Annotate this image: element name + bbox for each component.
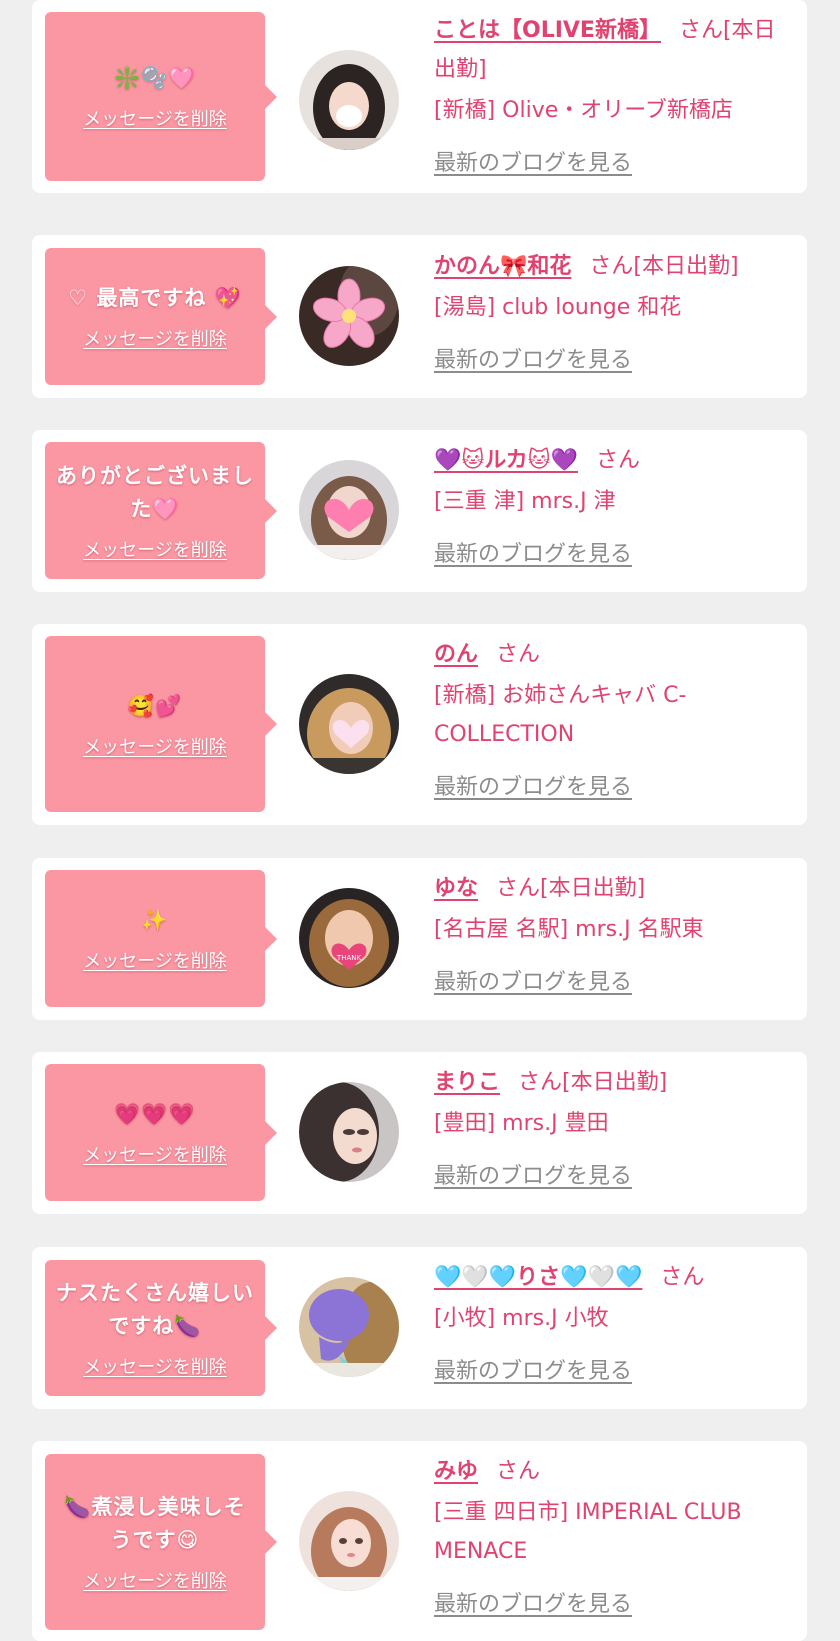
girl-info: のん さん [新橋] お姉さんキャバ C-COLLECTION 最新のブログを見る [434,635,789,807]
girl-name-link[interactable]: のん [434,642,478,667]
girl-name-link[interactable]: ことは【OLIVE新橋】 [434,18,661,43]
message-text: 🍆煮浸し美味しそうです😋 [64,1495,246,1552]
message-text: ❇️🫧🩷 [114,66,196,90]
delete-message-link[interactable]: メッセージを削除 [83,1567,227,1593]
girl-suffix: さん[本日出勤] [589,254,739,279]
message-text: ナスたくさん嬉しいですね🍆 [56,1281,254,1338]
message-bubble: ♡ 最高ですね 💖 メッセージを削除 [45,248,277,385]
girl-info: ゆな さん[本日出勤] [名古屋 名駅] mrs.J 名駅東 最新のブログを見る [434,869,789,1002]
latest-blog-link[interactable]: 最新のブログを見る [434,341,632,380]
avatar-purple-sticker-icon[interactable] [299,1277,399,1377]
avatar-sakura-icon[interactable] [299,266,399,366]
shop-name: [三重 四日市] IMPERIAL CLUB MENACE [434,1500,742,1564]
delete-message-link[interactable]: メッセージを削除 [83,733,227,759]
shop-name: [豊田] mrs.J 豊田 [434,1111,609,1136]
latest-blog-link[interactable]: 最新のブログを見る [434,1585,632,1624]
latest-blog-link[interactable]: 最新のブログを見る [434,144,632,183]
girl-info: 🩵🤍🩵りさ🩵🤍🩵 さん [小牧] mrs.J 小牧 最新のブログを見る [434,1258,789,1391]
message-card: ナスたくさん嬉しいですね🍆 メッセージを削除 🩵🤍🩵りさ🩵🤍🩵 さん [小牧] m… [32,1247,807,1409]
message-card: ♡ 最高ですね 💖 メッセージを削除 かのん🎀和花 さん[本日出勤] [湯島] … [32,235,807,398]
shop-name: [湯島] club lounge 和花 [434,295,682,320]
message-text: ✨ [141,908,169,932]
message-card: 💗💗💗 メッセージを削除 まりこ さん[本日出勤] [豊田] mrs.J 豊田 最… [32,1052,807,1214]
message-card: ありがとございました🩷 メッセージを削除 💜🐱ルカ🐱💜 さん [三重 津] mrs… [32,430,807,592]
message-card: 🥰💕 メッセージを削除 のん さん [新橋] お姉さんキャバ C-COLLECTI… [32,624,807,825]
girl-suffix: さん [496,642,541,667]
avatar-selfie-icon[interactable] [299,1491,399,1591]
girl-info: まりこ さん[本日出勤] [豊田] mrs.J 豊田 最新のブログを見る [434,1063,789,1196]
svg-text:THANK: THANK [336,954,362,962]
message-text: 💗💗💗 [114,1102,196,1126]
avatar-thank-you-mask-icon[interactable]: THANK [299,888,399,988]
latest-blog-link[interactable]: 最新のブログを見る [434,768,632,807]
avatar-heart-face-icon[interactable] [299,460,399,560]
avatar-portrait-icon[interactable] [299,1082,399,1182]
shop-name: [名古屋 名駅] mrs.J 名駅東 [434,917,704,942]
message-bubble: ✨ メッセージを削除 [45,870,277,1007]
girl-suffix: さん [596,448,641,473]
shop-name: [新橋] お姉さんキャバ C-COLLECTION [434,683,687,747]
message-bubble: 🥰💕 メッセージを削除 [45,636,277,812]
girl-suffix: さん [496,1459,541,1484]
latest-blog-link[interactable]: 最新のブログを見る [434,1157,632,1196]
message-text: ありがとございました🩷 [56,463,254,521]
girl-name-link[interactable]: かのん🎀和花 [434,254,571,279]
avatar-dark-hair-icon[interactable] [299,50,399,150]
shop-name: [小牧] mrs.J 小牧 [434,1306,609,1331]
girl-info: みゆ さん [三重 四日市] IMPERIAL CLUB MENACE 最新のブロ… [434,1452,789,1624]
message-list: ❇️🫧🩷 メッセージを削除 ことは【OLIVE新橋】 さん[本日出勤] [新橋] … [0,0,840,1641]
delete-message-link[interactable]: メッセージを削除 [83,947,227,973]
delete-message-link[interactable]: メッセージを削除 [83,1353,227,1379]
girl-name-link[interactable]: まりこ [434,1070,500,1095]
girl-suffix: さん[本日出勤] [518,1070,668,1095]
delete-message-link[interactable]: メッセージを削除 [83,105,227,131]
message-card: ❇️🫧🩷 メッセージを削除 ことは【OLIVE新橋】 さん[本日出勤] [新橋] … [32,0,807,193]
message-bubble: 💗💗💗 メッセージを削除 [45,1064,277,1201]
girl-info: ことは【OLIVE新橋】 さん[本日出勤] [新橋] Olive・オリーブ新橋店 … [434,11,789,183]
delete-message-link[interactable]: メッセージを削除 [83,325,227,351]
message-bubble: 🍆煮浸し美味しそうです😋 メッセージを削除 [45,1454,277,1630]
girl-suffix: さん[本日出勤] [496,876,646,901]
girl-suffix: さん [660,1265,705,1290]
delete-message-link[interactable]: メッセージを削除 [83,1141,227,1167]
avatar-blonde-icon[interactable] [299,674,399,774]
message-bubble: ❇️🫧🩷 メッセージを削除 [45,12,277,181]
message-bubble: ありがとございました🩷 メッセージを削除 [45,442,277,579]
latest-blog-link[interactable]: 最新のブログを見る [434,1352,632,1391]
latest-blog-link[interactable]: 最新のブログを見る [434,535,632,574]
shop-name: [三重 津] mrs.J 津 [434,489,616,514]
message-bubble: ナスたくさん嬉しいですね🍆 メッセージを削除 [45,1260,277,1396]
girl-name-link[interactable]: 🩵🤍🩵りさ🩵🤍🩵 [434,1265,642,1290]
shop-name: [新橋] Olive・オリーブ新橋店 [434,98,733,123]
message-card: 🍆煮浸し美味しそうです😋 メッセージを削除 みゆ さん [三重 四日市] IMPE… [32,1441,807,1641]
latest-blog-link[interactable]: 最新のブログを見る [434,963,632,1002]
message-text: 🥰💕 [127,693,183,718]
girl-name-link[interactable]: ゆな [434,876,478,901]
message-text: ♡ 最高ですね 💖 [68,286,242,310]
girl-name-link[interactable]: 💜🐱ルカ🐱💜 [434,448,578,473]
delete-message-link[interactable]: メッセージを削除 [83,536,227,562]
message-card: ✨ メッセージを削除 THANK ゆな さん[本日出勤] [名古屋 名駅] mrs… [32,858,807,1020]
girl-info: かのん🎀和花 さん[本日出勤] [湯島] club lounge 和花 最新のブロ… [434,247,789,380]
girl-name-link[interactable]: みゆ [434,1459,478,1484]
girl-info: 💜🐱ルカ🐱💜 さん [三重 津] mrs.J 津 最新のブログを見る [434,441,789,574]
